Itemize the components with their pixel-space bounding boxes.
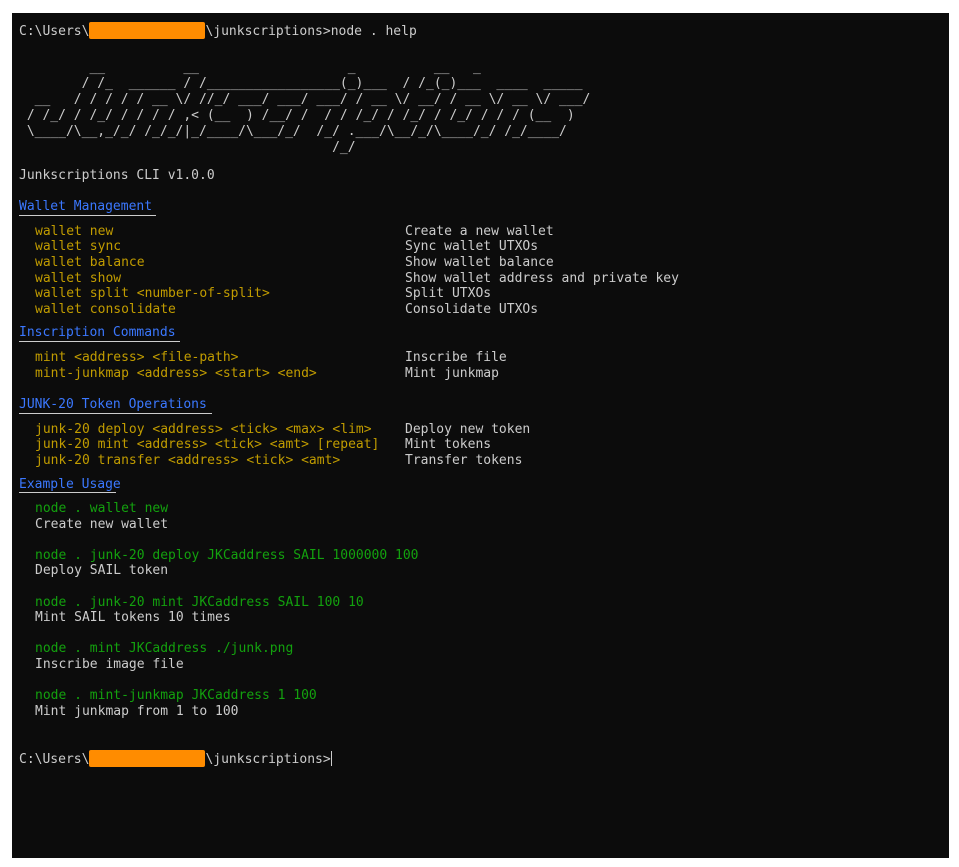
example-description: Mint SAIL tokens 10 times xyxy=(35,610,231,626)
command-row: wallet balance Show wallet balance xyxy=(19,255,949,271)
command-description: Inscribe file xyxy=(405,349,507,365)
command-row: mint-junkmap <address> <start> <end> Mint… xyxy=(19,366,949,382)
ascii-line: /_/ xyxy=(19,139,356,155)
example-item: node . wallet new Create new wallet xyxy=(19,501,949,532)
inscription-command-list: mint <address> <file-path> Inscribe file … xyxy=(19,350,949,381)
ascii-line: / /_ ______ / /_________________(_)___ /… xyxy=(19,75,583,91)
junk20-command-list: junk-20 deploy <address> <tick> <max> <l… xyxy=(19,422,949,469)
example-command: node . wallet new xyxy=(35,501,169,517)
prompt-suffix: \junkscriptions> xyxy=(205,24,331,39)
command-name: mint <address> <file-path> xyxy=(35,349,239,365)
example-item: node . junk-20 mint JKCaddress SAIL 100 … xyxy=(19,595,949,626)
command-description: Transfer tokens xyxy=(405,452,523,468)
prompt-prefix: C:\Users\ xyxy=(19,752,90,768)
example-item: node . mint JKCaddress ./junk.png Inscri… xyxy=(19,641,949,672)
command-description: Split UTXOs xyxy=(405,286,492,302)
command-description: Create a new wallet xyxy=(405,223,554,239)
command-name: wallet new xyxy=(35,223,114,239)
example-description: Create new wallet xyxy=(35,516,169,532)
command-row: junk-20 deploy <address> <tick> <max> <l… xyxy=(19,422,949,438)
command-name: wallet split <number-of-split> xyxy=(35,286,270,302)
command-row: wallet show Show wallet address and priva… xyxy=(19,271,949,287)
command-name: wallet balance xyxy=(35,254,145,270)
command-name: junk-20 deploy <address> <tick> <max> <l… xyxy=(35,421,372,437)
terminal-output: C:\Users\ \junkscriptions>node . help __ … xyxy=(19,22,949,768)
section-underline xyxy=(19,214,156,216)
ascii-line: __ / / / / / __ \/ //_/ ___/ ___/ ___/ /… xyxy=(19,91,591,107)
section-underline xyxy=(19,412,212,414)
example-description: Mint junkmap from 1 to 100 xyxy=(35,703,239,719)
example-item: node . mint-junkmap JKCaddress 1 100 Min… xyxy=(19,688,949,719)
section-title-examples: Example Usage xyxy=(19,476,121,492)
command-row: wallet new Create a new wallet xyxy=(19,224,949,240)
command-row: junk-20 transfer <address> <tick> <amt> T… xyxy=(19,453,949,469)
ascii-line: / /_/ / /_/ / / / / ,< (__ ) /__/ / / / … xyxy=(19,107,575,123)
command-description: Deploy new token xyxy=(405,421,531,437)
command-name: wallet consolidate xyxy=(35,301,176,317)
command-description: Mint tokens xyxy=(405,437,492,453)
prompt-prefix: C:\Users\ xyxy=(19,24,90,39)
command-row: wallet consolidate Consolidate UTXOs xyxy=(19,302,949,318)
ascii-line: \____/\__,_/_/ /_/_/|_/____/\___/_/ /_/ … xyxy=(19,123,567,139)
example-description: Inscribe image file xyxy=(35,657,184,673)
text-cursor xyxy=(330,751,332,767)
prompt-suffix: \junkscriptions> xyxy=(205,752,331,768)
command-description: Consolidate UTXOs xyxy=(405,301,539,317)
example-item: node . junk-20 deploy JKCaddress SAIL 10… xyxy=(19,548,949,579)
ascii-art-banner: __ __ _ __ _ / /_ ______ / /____________… xyxy=(19,60,949,156)
example-command: node . junk-20 deploy JKCaddress SAIL 10… xyxy=(35,547,419,563)
section-title-wallet: Wallet Management xyxy=(19,199,153,215)
redacted-username xyxy=(89,750,206,768)
example-command: node . junk-20 mint JKCaddress SAIL 100 … xyxy=(35,594,364,610)
prompt-command: node . help xyxy=(330,24,417,39)
example-description: Deploy SAIL token xyxy=(35,563,169,579)
wallet-command-list: wallet new Create a new wallet wallet syn… xyxy=(19,224,949,318)
redacted-username xyxy=(89,22,206,39)
terminal-window[interactable]: C:\Users\ \junkscriptions>node . help __ … xyxy=(12,13,949,858)
command-description: Sync wallet UTXOs xyxy=(405,239,539,255)
command-description: Show wallet balance xyxy=(405,254,554,270)
example-list: node . wallet new Create new wallet node… xyxy=(19,501,949,719)
section-underline xyxy=(19,340,180,342)
section-underline xyxy=(19,492,116,494)
command-description: Show wallet address and private key xyxy=(405,270,679,286)
command-row: junk-20 mint <address> <tick> <amt> [rep… xyxy=(19,437,949,453)
command-name: mint-junkmap <address> <start> <end> xyxy=(35,365,317,381)
command-description: Mint junkmap xyxy=(405,365,499,381)
command-name: wallet show xyxy=(35,270,122,286)
command-name: wallet sync xyxy=(35,239,122,255)
command-row: wallet sync Sync wallet UTXOs xyxy=(19,239,949,255)
command-row: wallet split <number-of-split> Split UTXO… xyxy=(19,286,949,302)
command-row: mint <address> <file-path> Inscribe file xyxy=(19,350,949,366)
command-prompt: C:\Users\ \junkscriptions>node . help xyxy=(19,22,949,39)
section-title-inscription: Inscription Commands xyxy=(19,325,176,341)
example-command: node . mint JKCaddress ./junk.png xyxy=(35,641,294,657)
command-prompt-input[interactable]: C:\Users\ \junkscriptions> xyxy=(19,750,949,768)
command-name: junk-20 transfer <address> <tick> <amt> xyxy=(35,452,341,468)
ascii-line: __ __ _ __ _ xyxy=(19,59,481,75)
command-name: junk-20 mint <address> <tick> <amt> [rep… xyxy=(35,437,380,453)
section-title-junk20: JUNK-20 Token Operations xyxy=(19,397,207,413)
version-text: Junkscriptions CLI v1.0.0 xyxy=(19,167,215,183)
example-command: node . mint-junkmap JKCaddress 1 100 xyxy=(35,688,317,704)
